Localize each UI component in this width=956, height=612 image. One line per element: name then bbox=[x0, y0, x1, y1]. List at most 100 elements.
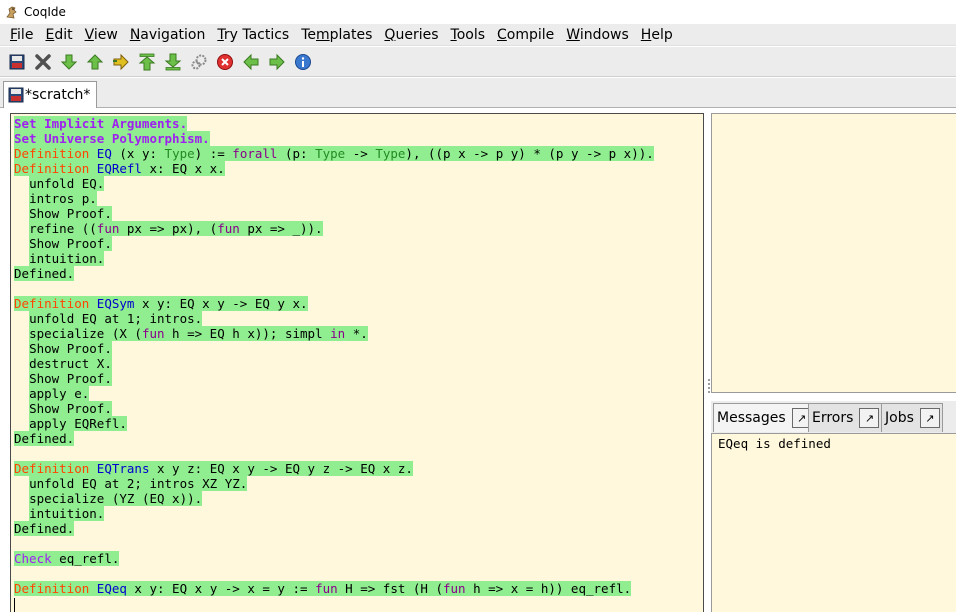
code-token: EQSym bbox=[96, 296, 135, 311]
code-token: fun bbox=[315, 581, 338, 596]
code-token bbox=[89, 581, 97, 596]
about-button[interactable] bbox=[290, 49, 316, 75]
previous-button[interactable] bbox=[238, 49, 264, 75]
detach-jobs-button[interactable]: ↗ bbox=[919, 408, 940, 428]
goals-pane bbox=[711, 113, 956, 393]
code-token: h => x = h)) eq_refl. bbox=[465, 581, 632, 596]
arrow-down-icon bbox=[60, 54, 78, 70]
code-token bbox=[89, 296, 97, 311]
menu-label-part: elp bbox=[651, 26, 673, 43]
script-editor[interactable]: Set Implicit Arguments. Set Universe Poly… bbox=[10, 113, 704, 612]
tab-scratch[interactable]: *scratch* bbox=[3, 81, 98, 108]
menu-item-view[interactable]: View bbox=[79, 24, 124, 46]
menu-item-try-tactics[interactable]: Try Tactics bbox=[211, 24, 295, 46]
code-token: Show Proof. bbox=[29, 206, 112, 221]
menu-label-part: ompile bbox=[506, 26, 555, 43]
tab-messages[interactable]: Messages ↗ bbox=[713, 403, 815, 432]
code-token: Show Proof. bbox=[29, 371, 112, 386]
code-token: apply e. bbox=[29, 386, 90, 401]
text-cursor bbox=[14, 597, 15, 612]
menu-item-edit[interactable]: Edit bbox=[39, 24, 78, 46]
code-token: Definition bbox=[14, 581, 90, 596]
arrow-up-icon bbox=[86, 53, 104, 69]
code-token: Defined. bbox=[14, 431, 75, 446]
menu-label-part: iew bbox=[93, 26, 118, 43]
code-line: Set Implicit Arguments. bbox=[14, 116, 654, 131]
go-to-end-button[interactable] bbox=[160, 49, 186, 75]
menu-item-compile[interactable]: Compile bbox=[491, 24, 560, 46]
compute-button[interactable] bbox=[186, 49, 212, 75]
go-to-start-button[interactable] bbox=[134, 49, 160, 75]
tab-errors-label: Errors bbox=[812, 410, 854, 426]
code-token: EQRefl bbox=[96, 161, 142, 176]
save-button[interactable] bbox=[4, 49, 30, 75]
code-token: in bbox=[330, 326, 346, 341]
detach-icon: ↗ bbox=[925, 411, 935, 425]
message-tabs: Messages ↗ Errors ↗ Jobs ↗ bbox=[711, 401, 956, 434]
code-token: ), ((p x -> p y) * (p y -> p x)). bbox=[405, 146, 654, 161]
code-token: Definition bbox=[14, 146, 90, 161]
code-token: intuition. bbox=[29, 251, 105, 266]
menu-item-templates[interactable]: Templates bbox=[295, 24, 378, 46]
menu-item-windows[interactable]: Windows bbox=[560, 24, 635, 46]
save-icon bbox=[9, 54, 25, 69]
code-line: Check eq_refl. bbox=[14, 551, 654, 566]
code-line: intuition. bbox=[14, 506, 654, 521]
backward-one-button[interactable] bbox=[82, 49, 108, 75]
code-line: unfold EQ at 1; intros. bbox=[14, 311, 654, 326]
code-line: Definition EQSym x y: EQ x y -> EQ y x. bbox=[14, 296, 654, 311]
menu-item-help[interactable]: Help bbox=[635, 24, 679, 46]
menu-item-tools[interactable]: Tools bbox=[445, 24, 492, 46]
script-text[interactable]: Set Implicit Arguments. Set Universe Poly… bbox=[14, 116, 654, 612]
code-line: Definition EQRefl x: EQ x x. bbox=[14, 161, 654, 176]
code-token: fun bbox=[96, 221, 120, 236]
menu-mnemonic: V bbox=[84, 26, 94, 43]
menu-mnemonic: N bbox=[129, 26, 141, 43]
code-line: intros p. bbox=[14, 191, 654, 206]
menu-mnemonic: C bbox=[497, 26, 507, 43]
menu-item-queries[interactable]: Queries bbox=[378, 24, 444, 46]
code-token: Show Proof. bbox=[29, 236, 112, 251]
next-button[interactable] bbox=[264, 49, 290, 75]
interrupt-button[interactable] bbox=[212, 49, 238, 75]
code-token: eq_refl. bbox=[51, 551, 120, 566]
menu-label-part: Te bbox=[301, 26, 317, 43]
menu-label-part: ools bbox=[456, 26, 486, 43]
pane-splitter-handle[interactable] bbox=[707, 378, 711, 394]
menu-item-navigation[interactable]: Navigation bbox=[124, 24, 212, 46]
code-token: fun bbox=[217, 221, 240, 236]
code-token: ) := bbox=[194, 146, 233, 161]
code-line: Definition EQeq x y: EQ x y -> x = y := … bbox=[14, 581, 654, 596]
detach-errors-button[interactable]: ↗ bbox=[859, 408, 880, 428]
tab-messages-label: Messages bbox=[717, 410, 786, 426]
menu-mnemonic: W bbox=[566, 26, 580, 43]
messages-pane: EQeq is defined bbox=[711, 434, 956, 612]
code-token: (x y: bbox=[111, 146, 165, 161]
tab-errors[interactable]: Errors ↗ bbox=[808, 403, 883, 432]
close-button[interactable] bbox=[30, 49, 56, 75]
menu-item-file[interactable]: File bbox=[4, 24, 39, 46]
menu-label-part: ueries bbox=[395, 26, 439, 43]
code-token: Defined. bbox=[14, 266, 75, 281]
code-token: Defined. bbox=[14, 521, 75, 536]
tab-jobs[interactable]: Jobs ↗ bbox=[881, 403, 943, 432]
go-to-end-icon bbox=[164, 53, 182, 70]
code-line: Show Proof. bbox=[14, 206, 654, 221]
go-to-cursor-icon bbox=[113, 53, 129, 70]
code-line: Definition EQ (x y: Type) := forall (p: … bbox=[14, 146, 654, 161]
code-token: intuition. bbox=[29, 506, 105, 521]
go-to-cursor-button[interactable] bbox=[108, 49, 134, 75]
forward-one-button[interactable] bbox=[56, 49, 82, 75]
code-line: apply e. bbox=[14, 386, 654, 401]
menu-label-part: dit bbox=[54, 26, 73, 43]
code-token: -> bbox=[345, 146, 376, 161]
